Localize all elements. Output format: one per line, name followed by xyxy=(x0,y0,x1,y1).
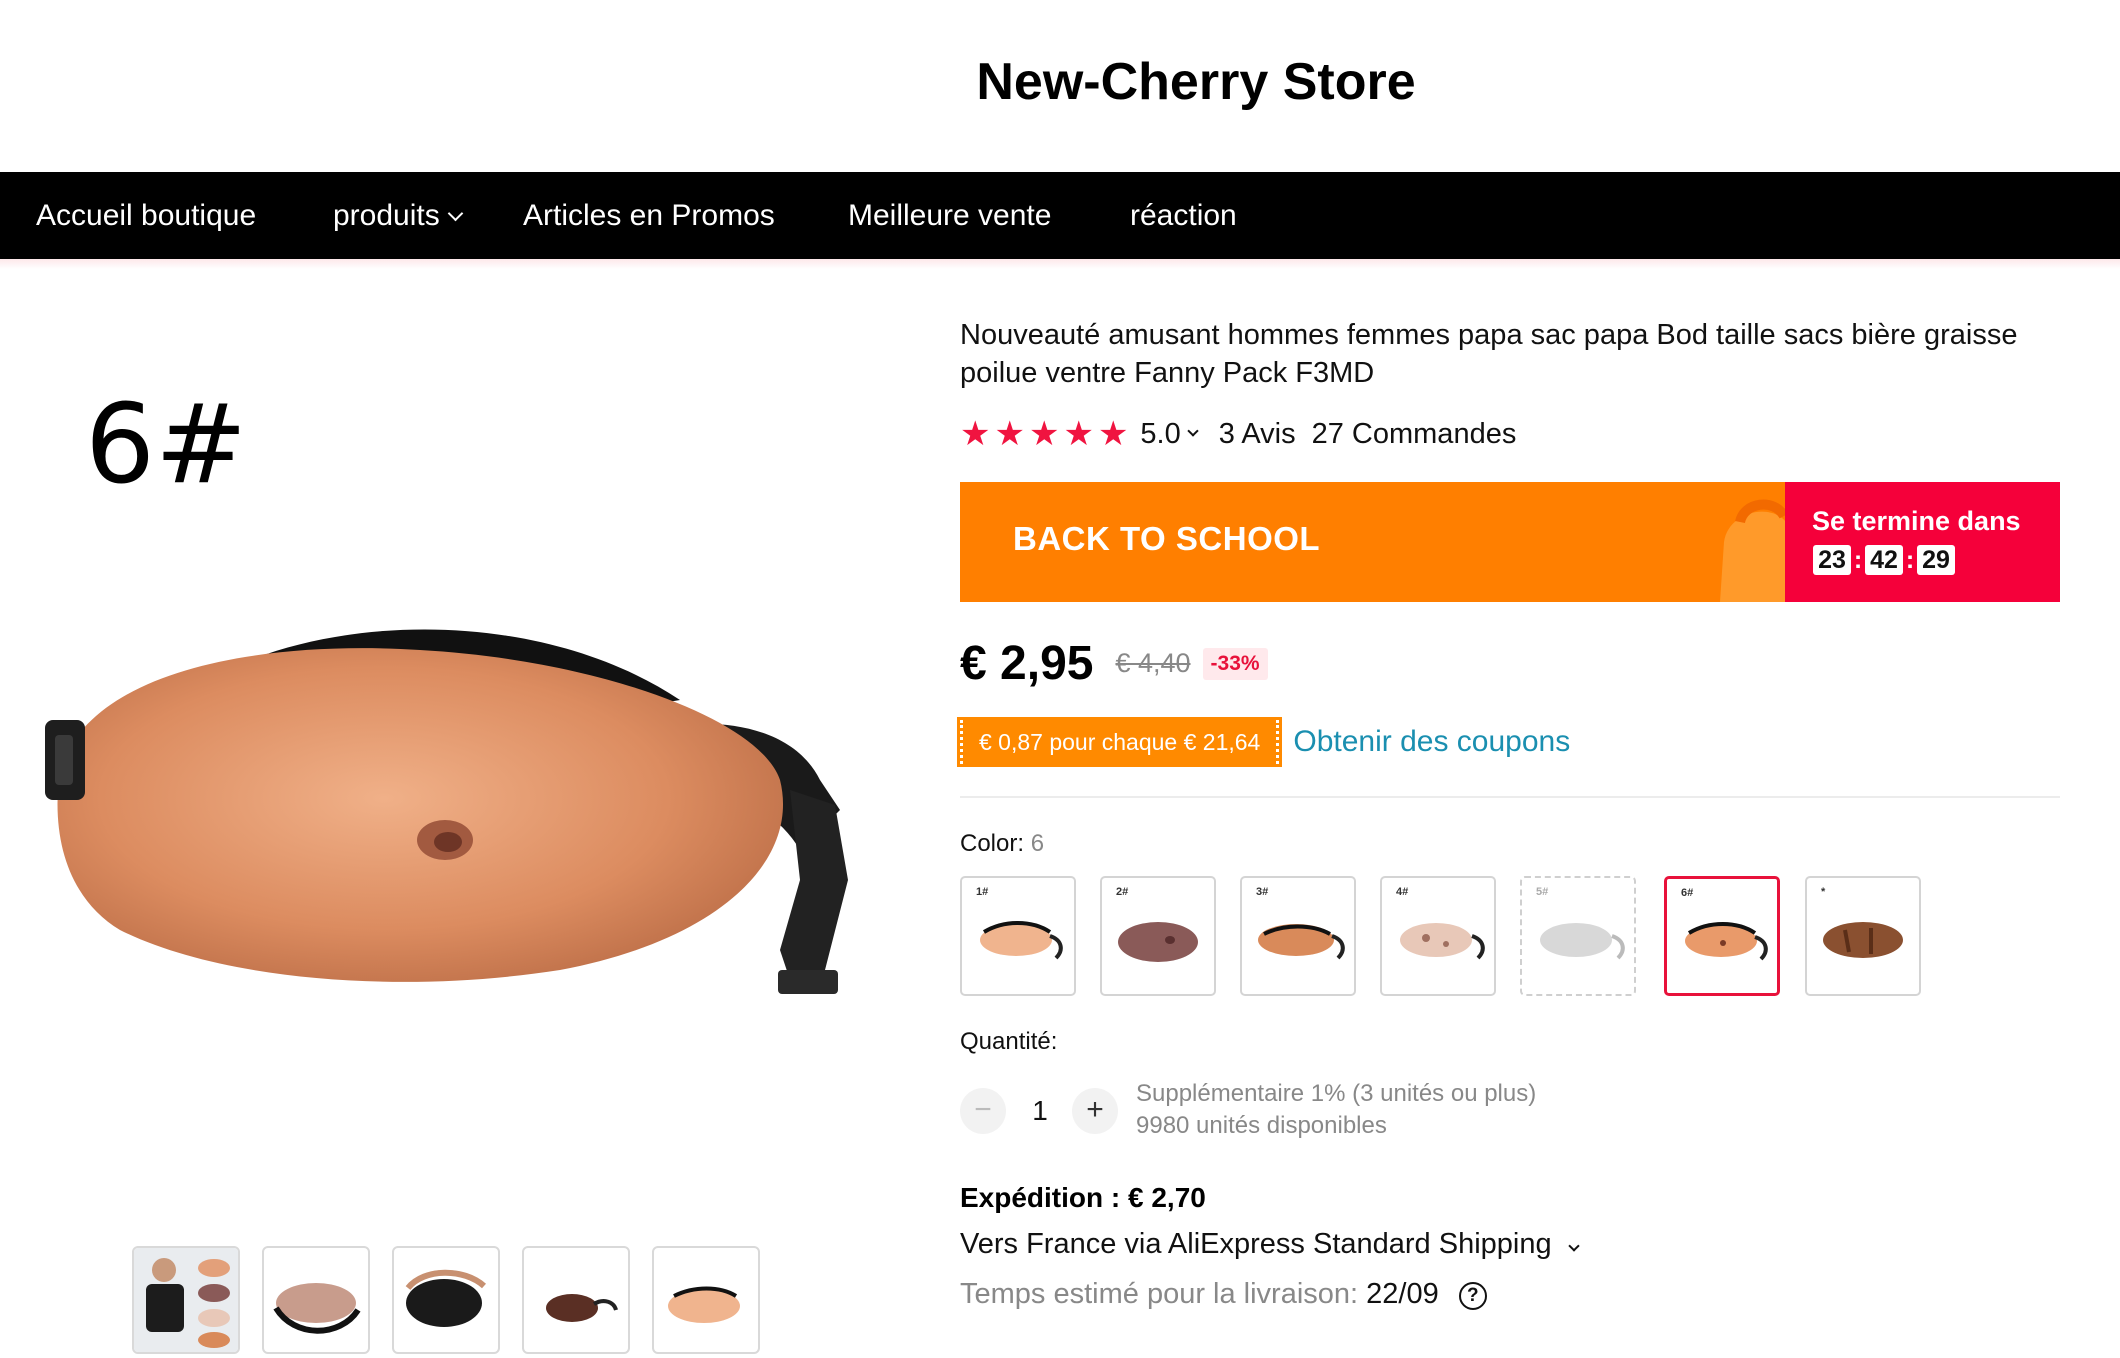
star-icon: ★ xyxy=(1097,415,1129,453)
quantity-decrease-button[interactable]: − xyxy=(960,1088,1006,1134)
swatch-image xyxy=(1685,922,1768,961)
swatch-image xyxy=(1118,922,1198,962)
quantity-input[interactable]: 1 xyxy=(1018,1088,1062,1134)
get-coupons-link[interactable]: Obtenir des coupons xyxy=(1293,725,1570,759)
thumbnail-image xyxy=(273,1283,361,1334)
thumbnail-4[interactable] xyxy=(522,1246,630,1354)
reviews-link[interactable]: 3 Avis xyxy=(1219,418,1296,451)
store-navbar: Accueil boutique produits Articles en Pr… xyxy=(0,172,2120,259)
color-label-text: Color: xyxy=(960,830,1025,857)
countdown-label: Se termine dans xyxy=(1812,506,2021,536)
swatch-tag: 2# xyxy=(1116,886,1129,898)
color-option-2[interactable]: 2# xyxy=(1100,876,1216,996)
swatch-tag: * xyxy=(1821,886,1826,898)
main-product-image[interactable]: 6# xyxy=(0,300,880,1200)
swatch-tag: 3# xyxy=(1256,886,1269,898)
nav-item-label: réaction xyxy=(1130,199,1237,232)
countdown-separator: : xyxy=(1853,545,1863,574)
orders-count: 27 Commandes xyxy=(1311,417,1517,450)
delivery-estimate-label: Temps estimé pour la livraison: xyxy=(960,1278,1359,1310)
color-option-5[interactable]: 5# xyxy=(1520,876,1636,996)
shipping-method-selector[interactable]: Vers France via AliExpress Standard Ship… xyxy=(960,1228,1580,1261)
nav-shadow xyxy=(0,259,2120,269)
coupon-row: € 0,87 pour chaque € 21,64 Obtenir des c… xyxy=(956,717,1570,767)
shipping-route-text: Vers France via AliExpress Standard Ship… xyxy=(960,1228,1552,1260)
coupon-badge[interactable]: € 0,87 pour chaque € 21,64 xyxy=(956,717,1283,767)
swatch-tag: 1# xyxy=(976,886,989,898)
thumbnail-2[interactable] xyxy=(262,1246,370,1354)
color-option-6[interactable]: 6# xyxy=(1664,876,1780,996)
bulk-discount-info: Supplémentaire 1% (3 unités ou plus) xyxy=(1136,1080,1537,1107)
shipping-cost: Expédition : € 2,70 xyxy=(960,1182,1206,1213)
chevron-down-icon xyxy=(447,205,464,222)
countdown-minutes: 42 xyxy=(1865,545,1903,575)
swatch-tag: 5# xyxy=(1536,886,1549,898)
swatch-tag: 4# xyxy=(1396,886,1409,898)
countdown-separator: : xyxy=(1905,545,1915,574)
nav-item-label: Meilleure vente xyxy=(848,199,1052,232)
swatch-image xyxy=(1540,923,1625,960)
original-price: € 4,40 xyxy=(1115,648,1191,678)
chevron-down-icon[interactable] xyxy=(1187,425,1199,437)
thumbnail-image xyxy=(405,1269,487,1327)
delivery-estimate: Temps estimé pour la livraison: 22/09 ? xyxy=(960,1278,1487,1312)
quantity-increase-button[interactable]: + xyxy=(1072,1088,1118,1134)
thumbnail-3[interactable] xyxy=(392,1246,500,1354)
swatch-tag: 6# xyxy=(1681,887,1694,899)
color-selected-value: 6 xyxy=(1030,830,1045,857)
store-title[interactable]: New-Cherry Store xyxy=(0,52,2120,112)
delivery-date: 22/09 xyxy=(1366,1278,1439,1310)
discount-badge: -33% xyxy=(1202,647,1268,680)
help-icon[interactable]: ? xyxy=(1458,1282,1487,1310)
chevron-down-icon xyxy=(1568,1240,1580,1252)
swatch-image xyxy=(1400,923,1485,960)
promo-countdown: Se termine dans 23 : 42 : 29 xyxy=(1785,482,2060,602)
color-option-7[interactable]: * xyxy=(1805,876,1921,996)
star-icon: ★ xyxy=(1063,415,1094,453)
rating-stars: ★ ★ ★ ★ ★ xyxy=(960,417,1128,451)
thumbnail-image xyxy=(668,1286,740,1323)
star-icon: ★ xyxy=(994,415,1025,453)
color-option-3[interactable]: 3# xyxy=(1240,876,1356,996)
nav-item-best-sellers[interactable]: Meilleure vente xyxy=(848,172,1051,259)
countdown-timer: 23 : 42 : 29 xyxy=(1813,545,1955,575)
thumbnail-image xyxy=(134,1248,238,1352)
countdown-seconds: 29 xyxy=(1917,545,1955,575)
color-label: Color: 6 xyxy=(960,830,1044,858)
thumbnail-image xyxy=(546,1294,618,1322)
countdown-hours: 23 xyxy=(1813,545,1851,575)
promo-banner: BACK TO SCHOOL Se termine dans 23 : 42 :… xyxy=(960,482,2060,602)
star-icon: ★ xyxy=(1028,415,1060,453)
price-row: € 2,95 € 4,40 -33% xyxy=(960,636,1268,691)
rating-row: ★ ★ ★ ★ ★ 5.0 3 Avis 27 Commandes xyxy=(960,414,1516,454)
star-icon: ★ xyxy=(960,415,991,453)
store-header: New-Cherry Store xyxy=(0,0,2120,172)
quantity-label: Quantité: xyxy=(960,1028,1058,1055)
color-option-1[interactable]: 1# xyxy=(960,876,1076,996)
swatch-image xyxy=(980,921,1063,960)
divider xyxy=(960,796,2060,798)
nav-item-promos[interactable]: Articles en Promos xyxy=(523,172,775,259)
nav-item-feedback[interactable]: réaction xyxy=(1130,172,1237,259)
swatch-image xyxy=(1258,924,1345,960)
nav-item-label: Accueil boutique xyxy=(36,199,257,232)
nav-item-label: Articles en Promos xyxy=(523,199,775,232)
product-title: Nouveauté amusant hommes femmes papa sac… xyxy=(960,319,2018,389)
stock-available: 9980 unités disponibles xyxy=(1136,1112,1387,1139)
swatch-image xyxy=(1823,922,1903,958)
rating-value[interactable]: 5.0 xyxy=(1140,418,1180,451)
promo-title: BACK TO SCHOOL xyxy=(1013,520,1321,557)
color-option-4[interactable]: 4# xyxy=(1380,876,1496,996)
backpack-icon xyxy=(1720,499,1790,602)
current-price: € 2,95 xyxy=(960,637,1094,690)
nav-item-label: produits xyxy=(333,199,440,232)
nav-item-products[interactable]: produits xyxy=(333,172,464,259)
thumbnail-1[interactable] xyxy=(132,1246,240,1354)
thumbnail-5[interactable] xyxy=(652,1246,760,1354)
fanny-pack-image xyxy=(45,629,848,994)
nav-item-home[interactable]: Accueil boutique xyxy=(36,172,256,259)
main-image-label: 6# xyxy=(85,380,248,508)
